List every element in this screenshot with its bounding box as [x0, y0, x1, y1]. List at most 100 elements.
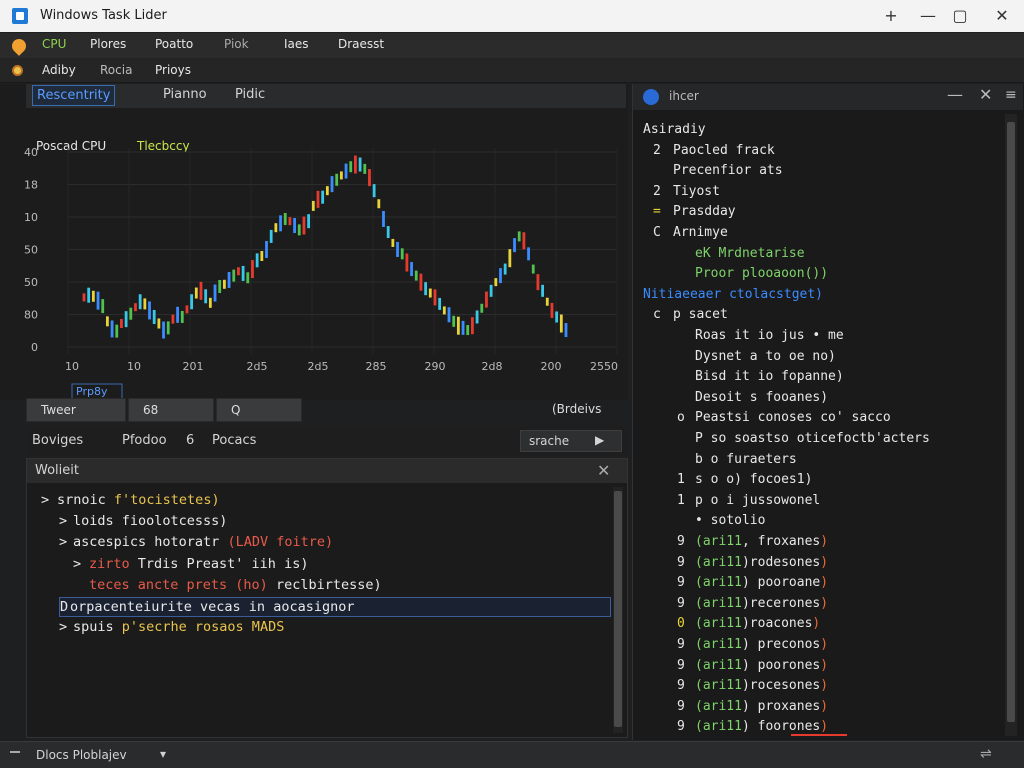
- detail-line[interactable]: 1 p o i jussowonel: [633, 493, 1001, 512]
- chevron-right-icon[interactable]: >: [59, 619, 67, 635]
- y-tick-label: 10: [24, 211, 38, 224]
- menu-rocia[interactable]: Rocia: [100, 63, 132, 77]
- menu-plores[interactable]: Plores: [90, 37, 126, 51]
- detail-line[interactable]: Asiradiy: [633, 122, 1001, 141]
- restore-button[interactable]: ▢: [945, 4, 975, 28]
- detail-line[interactable]: • sotolio: [633, 513, 1001, 532]
- cpu-bar: [222, 279, 226, 289]
- scrollbar[interactable]: [613, 487, 623, 733]
- detail-line[interactable]: 9 (ari11)rodesones): [633, 555, 1001, 574]
- pfodoo-label[interactable]: Pfodoo: [122, 433, 167, 448]
- close-icon[interactable]: ✕: [597, 461, 610, 480]
- output-line[interactable]: > spuis p'secrhe rosaos MADS: [27, 618, 611, 638]
- output-line[interactable]: > ascespics hotoratr (LADV foitre): [27, 533, 611, 553]
- detail-text: b o furaeters: [695, 451, 797, 467]
- settings-icon: [12, 65, 23, 76]
- scrollbar-thumb[interactable]: [614, 491, 622, 727]
- status-label[interactable]: Dlocs Ploblajev: [36, 748, 127, 762]
- minimize-icon[interactable]: —: [947, 85, 963, 104]
- detail-line[interactable]: 0 (ari11)roacones): [633, 616, 1001, 635]
- chevron-right-icon[interactable]: >: [73, 556, 81, 572]
- cpu-bar: [194, 287, 198, 299]
- close-button[interactable]: ✕: [987, 4, 1017, 28]
- chevron-right-icon[interactable]: >: [41, 492, 49, 508]
- detail-line[interactable]: 2 Paocled frack: [633, 143, 1001, 162]
- close-icon[interactable]: ✕: [979, 85, 992, 104]
- detail-line[interactable]: 9 (ari11) preconos): [633, 637, 1001, 656]
- add-icon[interactable]: +: [876, 4, 906, 28]
- output-line[interactable]: > srnoic f'tocistetes): [27, 491, 611, 511]
- play-icon[interactable]: ▶: [595, 433, 604, 447]
- x-tick-label: 10: [65, 360, 79, 373]
- chevron-right-icon[interactable]: D: [60, 599, 68, 615]
- detail-line[interactable]: Desoit s fooanes): [633, 390, 1001, 409]
- x-tick-label: 290: [425, 360, 446, 373]
- detail-line[interactable]: 9 (ari11) poorones): [633, 658, 1001, 677]
- menu-poatto[interactable]: Poatto: [155, 37, 193, 51]
- menu-icon[interactable]: ≡: [1005, 87, 1017, 103]
- detail-line[interactable]: o Peastsi conoses co' sacco: [633, 410, 1001, 429]
- chevron-right-icon[interactable]: >: [59, 534, 67, 550]
- pocacs-label[interactable]: Pocacs: [212, 433, 256, 448]
- value-button[interactable]: 68: [128, 398, 214, 422]
- detail-line[interactable]: Nitiaeeaer ctolacstget): [633, 287, 1001, 306]
- menu-draesst[interactable]: Draesst: [338, 37, 384, 51]
- detail-line[interactable]: 9 (ari11, froxanes): [633, 534, 1001, 553]
- tab-pianno[interactable]: Pianno: [163, 87, 207, 102]
- menu-iaes[interactable]: Iaes: [284, 37, 309, 51]
- cpu-bar: [227, 271, 231, 288]
- cpu-bar: [148, 301, 151, 320]
- line-marker: 9: [677, 637, 685, 652]
- search-box[interactable]: srache ▶: [520, 430, 622, 452]
- cpu-bar: [541, 284, 545, 297]
- detail-line[interactable]: 9 (ari11) pooroane): [633, 575, 1001, 594]
- detail-line[interactable]: Dysnet a to oe no): [633, 349, 1001, 368]
- tweer-label: Tweer: [41, 403, 76, 417]
- menu-piok[interactable]: Piok: [224, 37, 249, 51]
- detail-line[interactable]: 9 (ari11)rocesones): [633, 678, 1001, 697]
- menu-adiby[interactable]: Adiby: [42, 63, 76, 77]
- detail-line[interactable]: 9 (ari11)recerones): [633, 596, 1001, 615]
- output-text-secondary: aocasignor: [265, 599, 355, 615]
- detail-line[interactable]: b o furaeters: [633, 452, 1001, 471]
- output-line[interactable]: > zirto Trdis Preast' iih is): [27, 555, 611, 575]
- search-button[interactable]: Q: [216, 398, 302, 422]
- line-marker: 9: [677, 698, 685, 714]
- detail-line[interactable]: eK Mrdnetarise: [633, 246, 1001, 265]
- details-scrollbar[interactable]: [1005, 114, 1017, 736]
- boviges-label[interactable]: Boviges: [32, 433, 83, 448]
- detail-line[interactable]: P so soastso oticefoctb'acters: [633, 431, 1001, 450]
- chevron-right-icon[interactable]: >: [59, 513, 67, 529]
- output-line[interactable]: teces ancte prets (ho) reclbirtesse): [27, 576, 611, 596]
- detail-line[interactable]: 1 s o o) focoes1): [633, 472, 1001, 491]
- browse-label[interactable]: (Brdeivs: [552, 402, 601, 416]
- toggle-icon[interactable]: ⇌: [980, 746, 992, 762]
- output-line[interactable]: > loids fioolotcesss): [27, 512, 611, 532]
- detail-line[interactable]: Bisd it io fopanne): [633, 369, 1001, 388]
- menu-prioys[interactable]: Prioys: [155, 63, 191, 77]
- menu-cpu[interactable]: CPU: [42, 37, 66, 51]
- detail-text: Arnimye: [673, 225, 728, 240]
- detail-line[interactable]: Precenfior ats: [633, 163, 1001, 182]
- chart-tabs: Rescentrity Pianno Pidic: [26, 84, 626, 108]
- cpu-bar: [330, 176, 334, 193]
- dropdown-icon[interactable]: ▾: [160, 747, 166, 761]
- detail-text-end: ): [820, 678, 829, 694]
- tab-pidic[interactable]: Pidic: [235, 87, 265, 102]
- detail-line[interactable]: Roas it io jus • me: [633, 328, 1001, 347]
- cpu-bar: [414, 270, 418, 281]
- minimize-button[interactable]: —: [913, 4, 943, 28]
- tab-rescentrity[interactable]: Rescentrity: [32, 85, 116, 106]
- detail-line[interactable]: = Prasdday: [633, 204, 1001, 223]
- details-scrollbar-thumb[interactable]: [1007, 122, 1015, 722]
- search-icon: Q: [231, 403, 241, 417]
- detail-line[interactable]: C Arnimye: [633, 225, 1001, 244]
- detail-line[interactable]: 2 Tiyost: [633, 184, 1001, 203]
- tweer-button[interactable]: Tweer: [26, 398, 126, 422]
- cpu-bar: [134, 303, 137, 312]
- detail-line[interactable]: 9 (ari11) proxanes): [633, 699, 1001, 718]
- detail-text: Paocled frack: [673, 142, 775, 158]
- detail-line[interactable]: c p sacet: [633, 307, 1001, 326]
- output-line[interactable]: Dorpacenteiurite vecas in aocasignor: [59, 597, 611, 617]
- detail-line[interactable]: Proor plooaoon()): [633, 266, 1001, 285]
